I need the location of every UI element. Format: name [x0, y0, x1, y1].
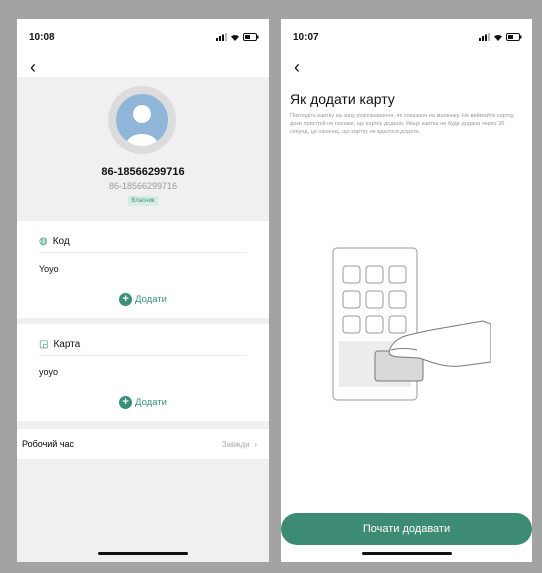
left-screen: 10:08 ‹ 86-18566299716 86-18566299716 Вл… [17, 19, 269, 562]
code-card: ◍ Код Yoyo + Додати [17, 221, 269, 318]
user-name: 86-18566299716 [101, 166, 185, 178]
plus-icon: + [119, 293, 133, 306]
battery-icon [506, 33, 522, 41]
status-bar: 10:08 [17, 19, 269, 55]
home-indicator [98, 552, 188, 555]
status-time: 10:08 [29, 31, 55, 43]
add-code-label: Додати [135, 294, 167, 305]
card-card-title: Карта [53, 339, 81, 350]
work-time-value-wrap: Завжди › [222, 439, 257, 449]
plus-icon: + [119, 396, 133, 409]
card-card-header: ◲ Карта [39, 334, 247, 356]
add-card-label: Додати [135, 397, 167, 408]
status-icons [479, 33, 522, 41]
card-value: yoyo [39, 367, 59, 377]
battery-icon [243, 33, 259, 41]
work-time-value: Завжди [221, 440, 250, 449]
code-card-header: ◍ Код [39, 231, 247, 253]
role-badge: Власник [127, 196, 159, 206]
chevron-left-icon: ‹ [30, 56, 36, 77]
add-card-button[interactable]: + Додати [17, 396, 269, 409]
home-indicator [361, 552, 452, 555]
work-time-row[interactable]: Робочий час Завжди › [17, 429, 269, 459]
card-icon: ◲ [39, 339, 49, 350]
status-time: 10:07 [293, 31, 319, 43]
signal-icon [216, 33, 227, 41]
user-icon [116, 94, 168, 146]
code-value: Yoyo [39, 264, 59, 274]
wifi-icon [231, 34, 239, 41]
back-button[interactable]: ‹ [21, 55, 45, 79]
chevron-left-icon: ‹ [294, 56, 300, 77]
status-icons [216, 33, 259, 41]
back-button[interactable]: ‹ [285, 55, 309, 79]
avatar [108, 86, 176, 154]
key-icon: ◍ [39, 236, 48, 247]
work-time-label: Робочий час [22, 439, 75, 449]
wifi-icon [494, 34, 502, 41]
user-subname: 86-18566299716 [108, 181, 178, 191]
page-title: Як додати карту [290, 91, 395, 107]
start-adding-button[interactable]: Почати додавати [281, 513, 532, 545]
status-bar: 10:07 [281, 19, 532, 55]
right-screen: 10:07 ‹ Як додати карту Покладіть картку… [281, 19, 532, 562]
profile-section: 86-18566299716 86-18566299716 Власник [17, 77, 269, 219]
instructions-text: Покладіть картку на зону розпізнавання, … [290, 113, 515, 136]
chevron-right-icon: › [252, 440, 257, 449]
card-reader-illustration [332, 247, 491, 401]
code-card-title: Код [52, 236, 70, 247]
add-code-button[interactable]: + Додати [17, 293, 269, 306]
card-card: ◲ Карта yoyo + Додати [17, 324, 269, 421]
signal-icon [479, 33, 490, 41]
